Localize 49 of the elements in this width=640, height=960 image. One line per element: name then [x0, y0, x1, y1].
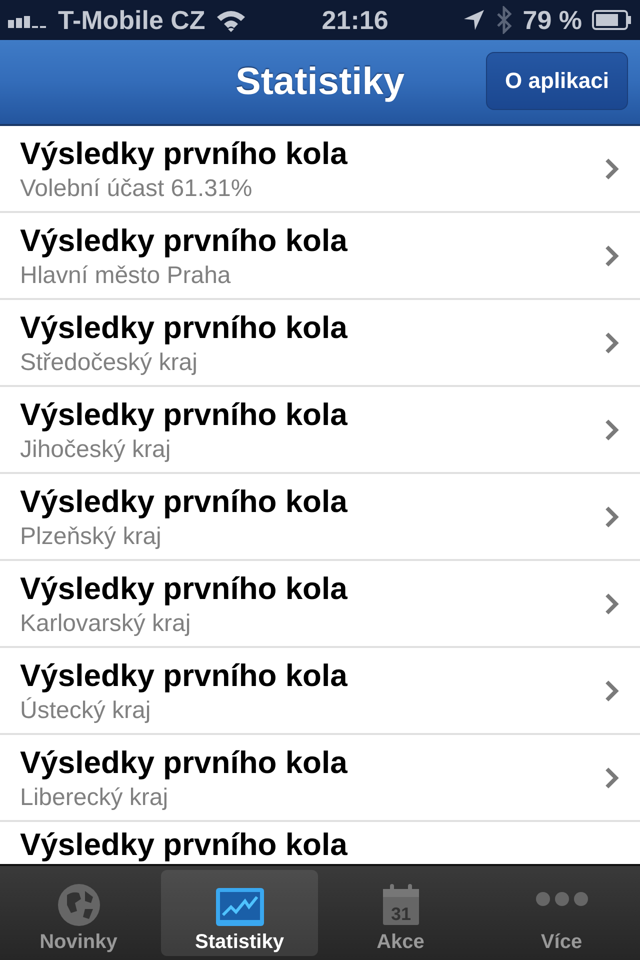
row-subtitle: Plzeňský kraj — [20, 522, 162, 552]
row-title: Výsledky prvního kola — [20, 570, 348, 606]
chevron-icon — [604, 678, 620, 702]
row-title: Výsledky prvního kola — [20, 744, 348, 780]
row-title: Výsledky prvního kola — [20, 658, 348, 694]
list-row[interactable]: Výsledky prvního kola Jihočeský kraj — [0, 387, 640, 474]
tab[interactable]: Novinky — [0, 870, 157, 956]
chevron-icon — [604, 418, 620, 442]
chart-icon — [214, 887, 264, 927]
location-arrow-icon — [462, 9, 485, 31]
row-subtitle: Karlovarský kraj — [20, 608, 192, 638]
list-row[interactable]: Výsledky prvního kola — [0, 822, 640, 862]
row-title: Výsledky prvního kola — [20, 222, 348, 258]
list-row[interactable]: Výsledky prvního kola Liberecký kraj — [0, 735, 640, 822]
list-row[interactable]: Výsledky prvního kola Karlovarský kraj — [0, 561, 640, 648]
list-row[interactable]: Výsledky prvního kola Středočeský kraj — [0, 300, 640, 387]
battery-icon — [592, 10, 632, 30]
row-title: Výsledky prvního kola — [20, 828, 348, 862]
battery-percent: 79 % — [522, 4, 582, 36]
wifi-icon — [215, 8, 248, 32]
row-subtitle: Středočeský kraj — [20, 348, 198, 378]
tab[interactable]: Více — [483, 870, 640, 956]
row-subtitle: Ústecký kraj — [20, 696, 152, 726]
chevron-icon — [604, 330, 620, 354]
row-subtitle: Jihočeský kraj — [20, 434, 172, 464]
list-row[interactable]: Výsledky prvního kola Volební účast 61.31% — [0, 126, 640, 213]
screen-title: Statistiky — [236, 60, 404, 104]
row-title: Výsledky prvního kola — [20, 484, 348, 520]
chevron-icon — [604, 244, 620, 268]
carrier-name: T-Mobile CZ — [58, 4, 206, 36]
tab[interactable]: Statistiky — [161, 870, 318, 956]
about-button[interactable]: O aplikaci — [486, 52, 628, 110]
list-row[interactable]: Výsledky prvního kola Ústecký kraj — [0, 648, 640, 735]
row-subtitle: Hlavní město Praha — [20, 260, 232, 290]
row-subtitle: Liberecký kraj — [20, 782, 170, 812]
row-title: Výsledky prvního kola — [20, 310, 348, 346]
row-title: Výsledky prvního kola — [20, 396, 348, 432]
list-row[interactable]: Výsledky prvního kola Hlavní město Praha — [0, 213, 640, 300]
list-row[interactable]: Výsledky prvního kola Plzeňský kraj — [0, 474, 640, 561]
chevron-icon — [604, 504, 620, 528]
chevron-icon — [604, 156, 620, 180]
more-icon — [534, 891, 588, 907]
globe-icon — [56, 883, 100, 927]
row-title: Výsledky prvního kola — [20, 136, 348, 172]
bluetooth-icon — [494, 6, 513, 34]
clock-time: 21:16 — [322, 4, 388, 36]
chevron-icon — [604, 592, 620, 616]
row-subtitle: Volební účast 61.31% — [20, 174, 254, 204]
chevron-icon — [604, 766, 620, 790]
